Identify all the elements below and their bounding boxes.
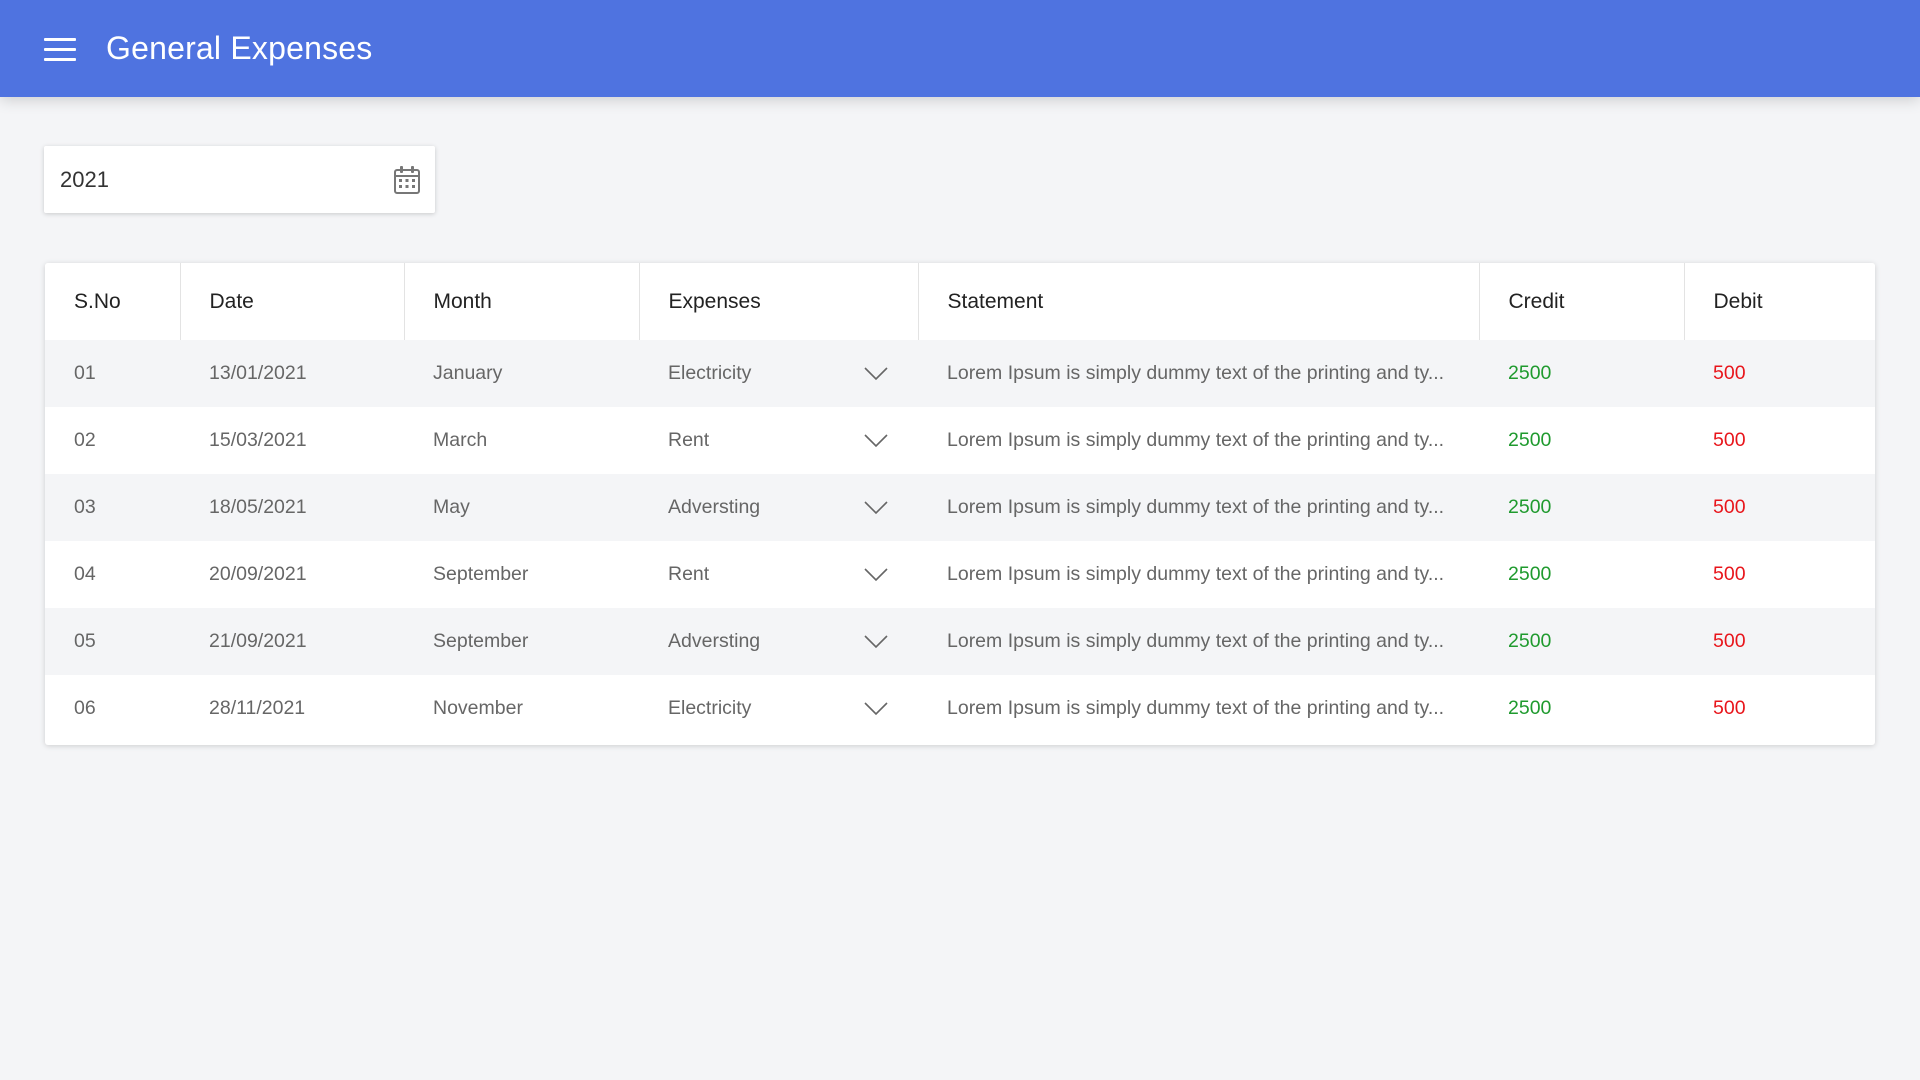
chevron-down-icon[interactable] [864,500,888,515]
cell-credit: 2500 [1479,340,1684,407]
chevron-down-icon[interactable] [864,634,888,649]
cell-date: 13/01/2021 [180,340,404,407]
cell-expense[interactable]: Rent [639,541,918,608]
cell-debit: 500 [1684,407,1875,474]
expense-dropdown[interactable]: Rent [668,563,918,586]
cell-debit: 500 [1684,675,1875,742]
cell-debit: 500 [1684,608,1875,675]
cell-sno: 06 [45,675,180,742]
expense-dropdown[interactable]: Rent [668,429,918,452]
cell-date: 18/05/2021 [180,474,404,541]
cell-date: 20/09/2021 [180,541,404,608]
cell-sno: 02 [45,407,180,474]
cell-month: September [404,541,639,608]
expense-value: Adversting [668,496,761,518]
calendar-icon[interactable] [393,165,421,195]
cell-statement: Lorem Ipsum is simply dummy text of the … [918,541,1479,608]
expense-value: Rent [668,429,710,451]
cell-credit: 2500 [1479,541,1684,608]
chevron-down-icon[interactable] [864,433,888,448]
table-header-row: S.No Date Month Expenses Statement Credi… [45,263,1875,340]
app-bar: General Expenses [0,0,1920,97]
expense-dropdown[interactable]: Adversting [668,496,918,519]
cell-debit: 500 [1684,340,1875,407]
expense-dropdown[interactable]: Electricity [668,362,918,385]
year-picker[interactable]: 2021 [44,146,435,213]
expense-value: Adversting [668,630,761,652]
cell-credit: 2500 [1479,608,1684,675]
column-header-expenses[interactable]: Expenses [639,263,919,340]
table-row[interactable]: 06 28/11/2021 November Electricity Lorem… [45,675,1875,742]
cell-credit: 2500 [1479,474,1684,541]
column-header-month[interactable]: Month [404,263,640,340]
table-row[interactable]: 03 18/05/2021 May Adversting Lorem Ipsum… [45,474,1875,541]
cell-date: 28/11/2021 [180,675,404,742]
cell-sno: 03 [45,474,180,541]
cell-date: 15/03/2021 [180,407,404,474]
cell-expense[interactable]: Adversting [639,474,918,541]
cell-sno: 01 [45,340,180,407]
cell-month: May [404,474,639,541]
cell-month: January [404,340,639,407]
page-title: General Expenses [106,30,373,66]
cell-statement: Lorem Ipsum is simply dummy text of the … [918,608,1479,675]
column-header-statement[interactable]: Statement [918,263,1480,340]
chevron-down-icon[interactable] [864,567,888,582]
column-header-credit[interactable]: Credit [1479,263,1685,340]
expenses-table: S.No Date Month Expenses Statement Credi… [45,263,1875,742]
cell-expense[interactable]: Rent [639,407,918,474]
cell-debit: 500 [1684,474,1875,541]
expenses-table-card: S.No Date Month Expenses Statement Credi… [45,263,1875,745]
chevron-down-icon[interactable] [864,701,888,716]
expense-dropdown[interactable]: Electricity [668,697,918,720]
cell-month: September [404,608,639,675]
cell-sno: 05 [45,608,180,675]
chevron-down-icon[interactable] [864,366,888,381]
column-header-sno[interactable]: S.No [45,263,181,340]
hamburger-menu-icon[interactable] [44,36,76,62]
column-header-debit[interactable]: Debit [1684,263,1875,340]
expense-dropdown[interactable]: Adversting [668,630,918,653]
cell-expense[interactable]: Electricity [639,675,918,742]
expense-value: Electricity [668,362,752,384]
expense-value: Electricity [668,697,752,719]
table-row[interactable]: 02 15/03/2021 March Rent Lorem Ipsum is … [45,407,1875,474]
column-header-date[interactable]: Date [180,263,405,340]
cell-credit: 2500 [1479,407,1684,474]
year-picker-value: 2021 [60,166,109,192]
cell-month: November [404,675,639,742]
cell-sno: 04 [45,541,180,608]
table-row[interactable]: 01 13/01/2021 January Electricity Lorem … [45,340,1875,407]
cell-statement: Lorem Ipsum is simply dummy text of the … [918,340,1479,407]
cell-statement: Lorem Ipsum is simply dummy text of the … [918,474,1479,541]
cell-expense[interactable]: Electricity [639,340,918,407]
cell-expense[interactable]: Adversting [639,608,918,675]
cell-month: March [404,407,639,474]
cell-credit: 2500 [1479,675,1684,742]
cell-statement: Lorem Ipsum is simply dummy text of the … [918,407,1479,474]
cell-debit: 500 [1684,541,1875,608]
cell-statement: Lorem Ipsum is simply dummy text of the … [918,675,1479,742]
cell-date: 21/09/2021 [180,608,404,675]
expense-value: Rent [668,563,710,585]
table-row[interactable]: 04 20/09/2021 September Rent Lorem Ipsum… [45,541,1875,608]
table-row[interactable]: 05 21/09/2021 September Adversting Lorem… [45,608,1875,675]
